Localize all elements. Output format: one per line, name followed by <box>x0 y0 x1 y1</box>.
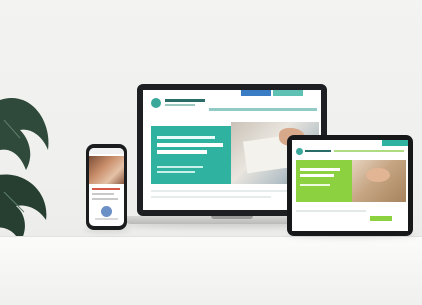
phone-topbar <box>89 148 124 154</box>
tablet-content-line <box>296 210 366 212</box>
phone-website <box>89 148 124 226</box>
phone-text-line-2 <box>92 198 118 200</box>
tablet-cta-button[interactable] <box>370 216 392 221</box>
site-logo-icon[interactable] <box>151 98 161 108</box>
laptop-topbar <box>143 90 321 96</box>
phone-feature-icon[interactable] <box>101 206 112 217</box>
phone-text-line-3 <box>95 218 118 220</box>
content-line-2 <box>151 196 271 198</box>
tablet-hero-photo <box>352 160 406 202</box>
tablet-hero-title-2 <box>300 174 334 177</box>
tablet-hero-title-1 <box>300 168 340 171</box>
phone-text-line-1 <box>92 193 114 195</box>
tablet-logo-text <box>305 150 331 152</box>
tablet-hero-banner <box>296 160 352 202</box>
topbar-button-blue[interactable] <box>241 90 271 96</box>
phone-headline <box>92 188 120 190</box>
phone-hero-photo <box>89 156 124 184</box>
site-navigation[interactable] <box>209 108 317 111</box>
hero-text-line-2 <box>157 171 195 173</box>
site-logo-text <box>165 99 205 102</box>
marble-counter <box>0 236 422 305</box>
hero-banner <box>151 126 231 184</box>
tablet-topbar <box>292 140 408 146</box>
device-mockup-scene <box>0 0 422 305</box>
site-logo-subtext <box>165 104 195 106</box>
tablet-hero-text <box>300 184 330 186</box>
tablet-logo-icon[interactable] <box>296 148 303 155</box>
hero-title-line-1 <box>157 143 223 147</box>
tablet-website <box>292 140 408 231</box>
tablet-navigation[interactable] <box>334 150 404 152</box>
topbar-button-teal[interactable] <box>273 90 303 96</box>
tablet-photo-hand <box>366 168 390 182</box>
laptop-notch <box>211 216 253 219</box>
hero-kicker <box>157 136 215 139</box>
hero-text-line-1 <box>157 166 203 168</box>
hero-title-line-2 <box>157 150 207 154</box>
tablet-topbar-button[interactable] <box>382 140 408 146</box>
